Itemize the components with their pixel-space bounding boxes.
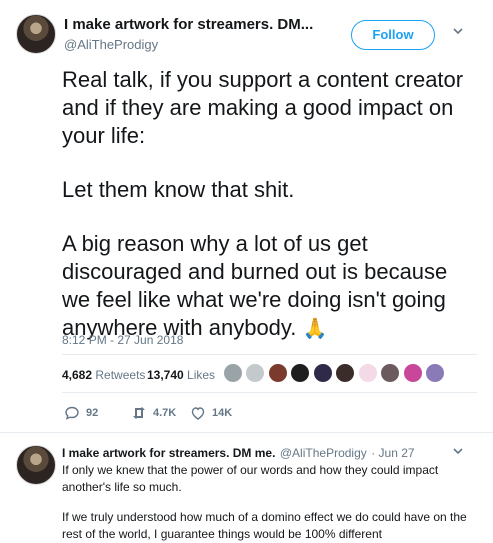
tweet-text: Real talk, if you support a content crea… xyxy=(62,66,472,343)
liker-avatar[interactable] xyxy=(401,362,424,384)
praying-hands-emoji: 🙏 xyxy=(302,318,328,340)
liker-avatar[interactable] xyxy=(311,362,334,384)
section-divider xyxy=(0,432,493,433)
follow-button[interactable]: Follow xyxy=(351,20,435,50)
tweet-paragraph-2: Let them know that shit. xyxy=(62,177,295,202)
author-avatar[interactable] xyxy=(16,14,56,54)
reply-date[interactable]: · Jun 27 xyxy=(371,446,414,460)
tweet-paragraph-3-text: A big reason why a lot of us get discour… xyxy=(62,231,448,340)
reply-header: I make artwork for streamers. DM me. @Al… xyxy=(62,444,415,462)
likes-count: 13,740 xyxy=(147,368,184,382)
retweet-stats[interactable]: 4,682 Retweets xyxy=(62,368,145,382)
liker-avatar[interactable] xyxy=(266,362,289,384)
liker-avatar[interactable] xyxy=(424,362,447,384)
retweet-action-count: 4.7K xyxy=(153,407,177,419)
liker-avatars xyxy=(222,362,447,389)
divider xyxy=(62,392,477,393)
tweet-paragraph-1: Real talk, if you support a content crea… xyxy=(62,67,464,148)
reply-paragraph-2: If we truly understood how much of a dom… xyxy=(62,510,467,541)
reply-text: If only we knew that the power of our wo… xyxy=(62,462,472,543)
reply-action[interactable]: 92 xyxy=(64,405,98,421)
liker-avatar[interactable] xyxy=(222,362,244,384)
tweet-paragraph-3: A big reason why a lot of us get discour… xyxy=(62,230,472,343)
liker-avatar[interactable] xyxy=(379,362,402,384)
like-stats[interactable]: 13,740 Likes xyxy=(147,368,215,382)
heart-icon xyxy=(191,407,205,420)
like-action[interactable]: 14K xyxy=(190,405,232,421)
reply-author-avatar[interactable] xyxy=(16,445,56,485)
liker-avatar[interactable] xyxy=(244,362,267,384)
liker-avatar[interactable] xyxy=(356,362,379,384)
retweet-icon xyxy=(133,407,145,419)
retweets-label: Retweets xyxy=(95,368,146,382)
liker-avatar[interactable] xyxy=(289,362,312,384)
divider xyxy=(62,354,477,355)
reply-author-handle[interactable]: @AliTheProdigy xyxy=(280,446,367,460)
chevron-down-icon[interactable] xyxy=(452,24,464,40)
reply-chevron-down-icon[interactable] xyxy=(452,444,464,460)
tweet-timestamp[interactable]: 8:12 PM - 27 Jun 2018 xyxy=(62,333,183,347)
reply-icon xyxy=(65,406,79,420)
retweet-action[interactable]: 4.7K xyxy=(131,405,176,421)
likes-label: Likes xyxy=(187,368,216,382)
author-name[interactable]: I make artwork for streamers. DM... xyxy=(64,16,313,33)
like-action-count: 14K xyxy=(212,407,233,419)
reply-author-name[interactable]: I make artwork for streamers. DM me. xyxy=(62,446,275,460)
liker-avatar[interactable] xyxy=(334,362,357,384)
reply-paragraph-1: If only we knew that the power of our wo… xyxy=(62,463,439,494)
author-handle[interactable]: @AliTheProdigy xyxy=(64,37,158,52)
reply-count: 92 xyxy=(86,407,99,419)
retweets-count: 4,682 xyxy=(62,368,93,382)
